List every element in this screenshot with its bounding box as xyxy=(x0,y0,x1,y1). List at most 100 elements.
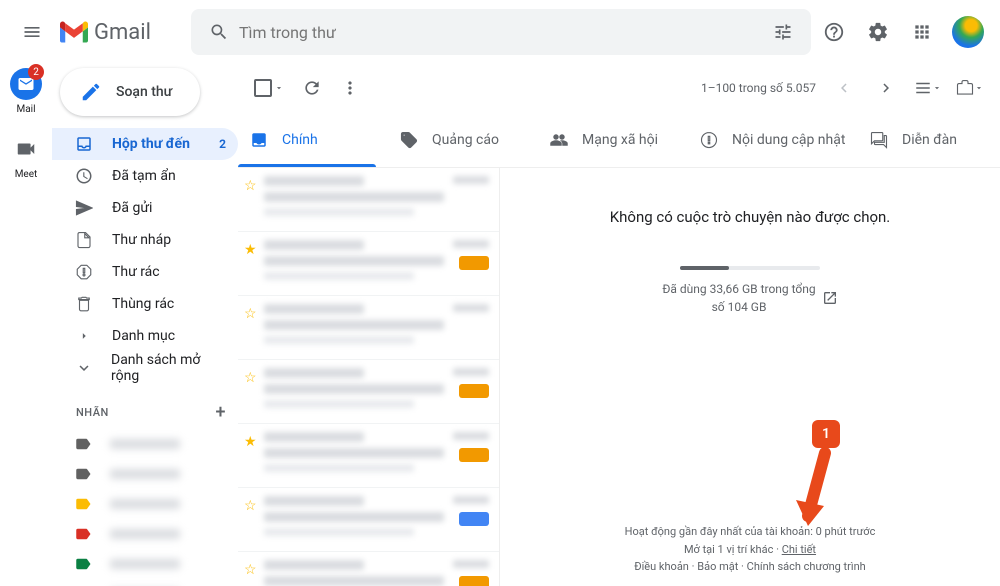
search-icon[interactable] xyxy=(199,12,239,52)
label-icon xyxy=(74,435,92,453)
sidebar: Soạn thư Hộp thư đến 2 Đã tạm ẩn Đã gửi … xyxy=(52,64,238,586)
label-icon xyxy=(74,525,92,543)
footer-policies[interactable]: Chính sách chương trình xyxy=(747,560,866,573)
compose-button[interactable]: Soạn thư xyxy=(60,68,200,116)
star-icon[interactable]: ☆ xyxy=(244,498,257,514)
select-all-checkbox[interactable] xyxy=(254,79,272,97)
label-icon xyxy=(74,555,92,573)
thread-item[interactable]: ★ xyxy=(238,232,499,296)
nav-spam[interactable]: Thư rác xyxy=(52,256,238,288)
footer-privacy[interactable]: Bảo mật xyxy=(697,560,738,573)
star-icon[interactable]: ☆ xyxy=(244,562,257,578)
tab-promotions[interactable]: Quảng cáo xyxy=(388,112,538,167)
tab-updates-label: Nội dung cập nhật xyxy=(732,132,845,148)
star-icon[interactable]: ★ xyxy=(244,434,257,450)
label-item[interactable] xyxy=(52,489,238,519)
tab-updates[interactable]: Nội dung cập nhật xyxy=(688,112,858,167)
social-icon xyxy=(550,131,568,149)
gmail-logo[interactable]: Gmail xyxy=(60,20,151,45)
label-item[interactable] xyxy=(52,459,238,489)
tab-forums[interactable]: Diễn đàn xyxy=(858,112,1000,167)
next-page-button[interactable] xyxy=(872,74,900,102)
open-in-new-icon[interactable] xyxy=(822,290,838,306)
thread-badge xyxy=(459,384,489,398)
thread-item[interactable]: ☆ xyxy=(238,552,499,586)
thread-list[interactable]: ☆★☆☆★☆☆★ xyxy=(238,168,500,586)
star-icon[interactable]: ☆ xyxy=(244,306,257,322)
thread-badge xyxy=(459,576,489,586)
label-text xyxy=(110,469,180,479)
input-tools-button[interactable] xyxy=(956,74,984,102)
settings-button[interactable] xyxy=(858,12,898,52)
more-actions-button[interactable] xyxy=(340,78,360,98)
nav-more-label: Danh sách mở rộng xyxy=(111,352,226,384)
label-item[interactable] xyxy=(52,429,238,459)
footer-details-link[interactable]: Chi tiết xyxy=(782,543,816,556)
meet-icon xyxy=(10,133,42,165)
label-item[interactable] xyxy=(52,549,238,579)
nav-inbox[interactable]: Hộp thư đến 2 xyxy=(52,128,238,160)
empty-state-text: Không có cuộc trò chuyện nào được chọn. xyxy=(610,208,891,226)
header: Gmail xyxy=(0,0,1000,64)
apps-button[interactable] xyxy=(902,12,942,52)
nav-more[interactable]: Danh sách mở rộng xyxy=(52,352,238,384)
label-icon xyxy=(74,465,92,483)
star-icon[interactable]: ☆ xyxy=(244,370,257,386)
rail-meet-label: Meet xyxy=(15,169,38,180)
tab-social-label: Mạng xã hội xyxy=(582,132,658,148)
thread-badge xyxy=(459,512,489,526)
footer-activity: Hoạt động gần đây nhất của tài khoản: 0 … xyxy=(500,523,1000,541)
pagination-text: 1–100 trong số 5.057 xyxy=(701,81,816,95)
chevron-down-icon xyxy=(74,359,93,377)
spam-icon xyxy=(74,263,94,281)
label-icon xyxy=(74,495,92,513)
prev-page-button[interactable] xyxy=(830,74,858,102)
labels-header: NHÃN + xyxy=(52,384,238,429)
forums-icon xyxy=(870,131,888,149)
trash-icon xyxy=(74,295,94,313)
nav-sent[interactable]: Đã gửi xyxy=(52,192,238,224)
account-avatar[interactable] xyxy=(952,16,984,48)
label-text xyxy=(110,439,180,449)
nav-sent-label: Đã gửi xyxy=(112,200,152,216)
footer: Hoạt động gần đây nhất của tài khoản: 0 … xyxy=(500,523,1000,576)
refresh-button[interactable] xyxy=(302,78,322,98)
label-item[interactable] xyxy=(52,519,238,549)
select-dropdown-icon[interactable] xyxy=(274,82,284,94)
thread-item[interactable]: ☆ xyxy=(238,296,499,360)
thread-item[interactable]: ★ xyxy=(238,424,499,488)
thread-item[interactable]: ☆ xyxy=(238,488,499,552)
nav-drafts[interactable]: Thư nháp xyxy=(52,224,238,256)
clock-icon xyxy=(74,167,94,185)
tab-social[interactable]: Mạng xã hội xyxy=(538,112,688,167)
nav-categories[interactable]: Danh mục xyxy=(52,320,238,352)
rail-mail[interactable]: 2 Mail xyxy=(10,68,42,115)
search-options-button[interactable] xyxy=(763,12,803,52)
main-menu-button[interactable] xyxy=(8,8,56,56)
thread-item[interactable]: ☆ xyxy=(238,168,499,232)
label-text xyxy=(110,499,180,509)
search-bar[interactable] xyxy=(191,9,811,55)
star-icon[interactable]: ☆ xyxy=(244,178,257,194)
support-button[interactable] xyxy=(814,12,854,52)
storage-text: Đã dùng 33,66 GB trong tổng số 104 GB xyxy=(662,280,837,316)
header-actions xyxy=(814,12,984,52)
nav-trash[interactable]: Thùng rác xyxy=(52,288,238,320)
nav-snoozed[interactable]: Đã tạm ẩn xyxy=(52,160,238,192)
tab-primary[interactable]: Chính xyxy=(238,112,388,167)
footer-terms[interactable]: Điều khoản xyxy=(634,560,689,573)
thread-item[interactable]: ☆ xyxy=(238,360,499,424)
add-label-button[interactable]: + xyxy=(216,402,227,423)
annotation-badge-1: 1 xyxy=(812,420,840,448)
split-pane-button[interactable] xyxy=(914,74,942,102)
label-item[interactable] xyxy=(52,579,238,586)
search-input[interactable] xyxy=(239,23,763,42)
star-icon[interactable]: ★ xyxy=(244,242,257,258)
toolbar: 1–100 trong số 5.057 xyxy=(238,64,1000,112)
rail-meet[interactable]: Meet xyxy=(10,133,42,180)
nav-inbox-label: Hộp thư đến xyxy=(112,136,190,152)
tab-primary-label: Chính xyxy=(282,132,318,148)
promotions-icon xyxy=(400,131,418,149)
caret-right-icon xyxy=(74,329,94,343)
reading-pane: Không có cuộc trò chuyện nào được chọn. … xyxy=(500,168,1000,586)
